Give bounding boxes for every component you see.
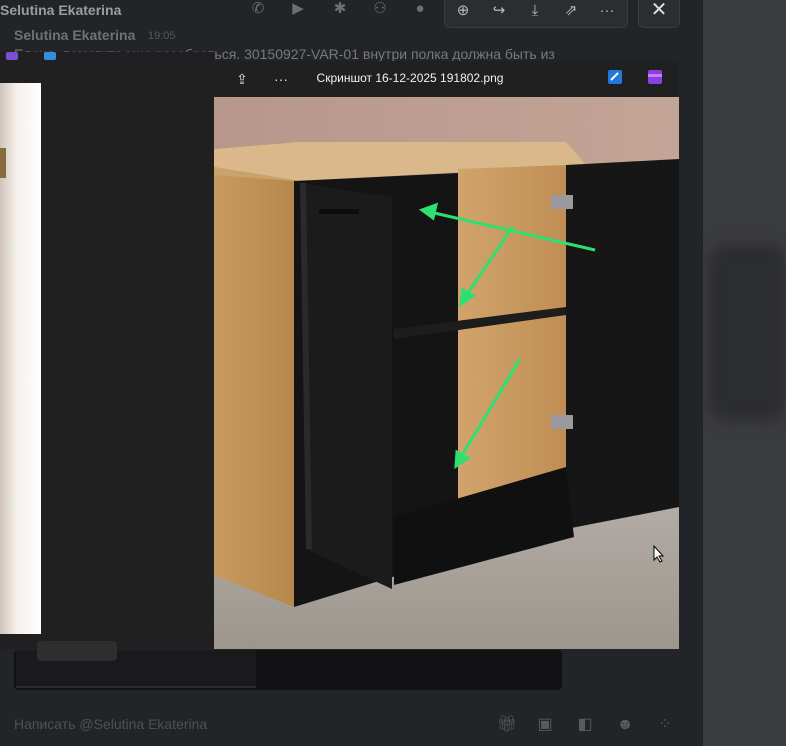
message-time: 19:05 <box>148 30 176 42</box>
media-toolbar: ⊕ ↪ ⤓ ⇗ ··· <box>444 0 628 28</box>
more-icon[interactable]: ··· <box>597 1 617 21</box>
right-gutter <box>703 0 786 746</box>
cabinet-photo <box>214 97 679 649</box>
viewer-footer <box>0 634 214 661</box>
viewer-title-bar: ⇪ ··· Скриншот 16-12-2025 191802.png <box>0 61 679 97</box>
pin-icon[interactable]: ✱ <box>330 0 350 18</box>
blurred-background <box>709 245 786 420</box>
phone-icon[interactable]: ✆ <box>248 0 268 18</box>
open-external-icon[interactable]: ⇗ <box>561 1 581 21</box>
viewer-tab-strip <box>0 52 214 61</box>
message-composer[interactable]: Написать @Selutina Ekaterina 🎁︎ ▣ ◧ ☻ ⁘ <box>0 706 703 746</box>
previous-image-thumbnail[interactable] <box>0 83 41 634</box>
apps-icon[interactable]: ⁘ <box>655 715 675 735</box>
chat-header-title: Selutina Ekaterina <box>0 2 122 18</box>
more-icon[interactable]: ··· <box>271 69 291 89</box>
composer-placeholder: Написать @Selutina Ekaterina <box>14 716 208 732</box>
video-call-icon[interactable]: ▶ <box>288 0 308 18</box>
add-member-icon[interactable]: ⚇ <box>370 0 390 18</box>
edit-icon[interactable] <box>605 69 625 89</box>
mouse-cursor-icon <box>653 544 665 568</box>
message-author[interactable]: Selutina Ekaterina <box>14 27 135 43</box>
forward-icon[interactable]: ↪ <box>489 1 509 21</box>
app-icon <box>6 52 18 60</box>
gif-icon[interactable]: ▣ <box>535 715 555 735</box>
sticker-icon[interactable]: ◧ <box>575 715 595 735</box>
emoji-icon[interactable]: ☻ <box>615 715 635 735</box>
image-viewer: ⇪ ··· Скриншот 16-12-2025 191802.png <box>0 61 679 661</box>
zoom-in-icon[interactable]: ⊕ <box>453 1 473 21</box>
thumbnail-edge <box>0 148 6 178</box>
zoom-level[interactable] <box>37 641 117 661</box>
clipchamp-icon[interactable] <box>645 69 665 89</box>
download-icon[interactable]: ⤓ <box>525 1 545 21</box>
gift-icon[interactable]: 🎁︎ <box>497 715 517 735</box>
share-icon[interactable]: ⇪ <box>232 69 252 89</box>
close-button[interactable]: ✕ <box>638 0 680 28</box>
app-icon <box>44 52 56 60</box>
viewer-title: Скриншот 16-12-2025 191802.png <box>316 71 504 85</box>
profile-icon[interactable]: ● <box>410 0 430 18</box>
